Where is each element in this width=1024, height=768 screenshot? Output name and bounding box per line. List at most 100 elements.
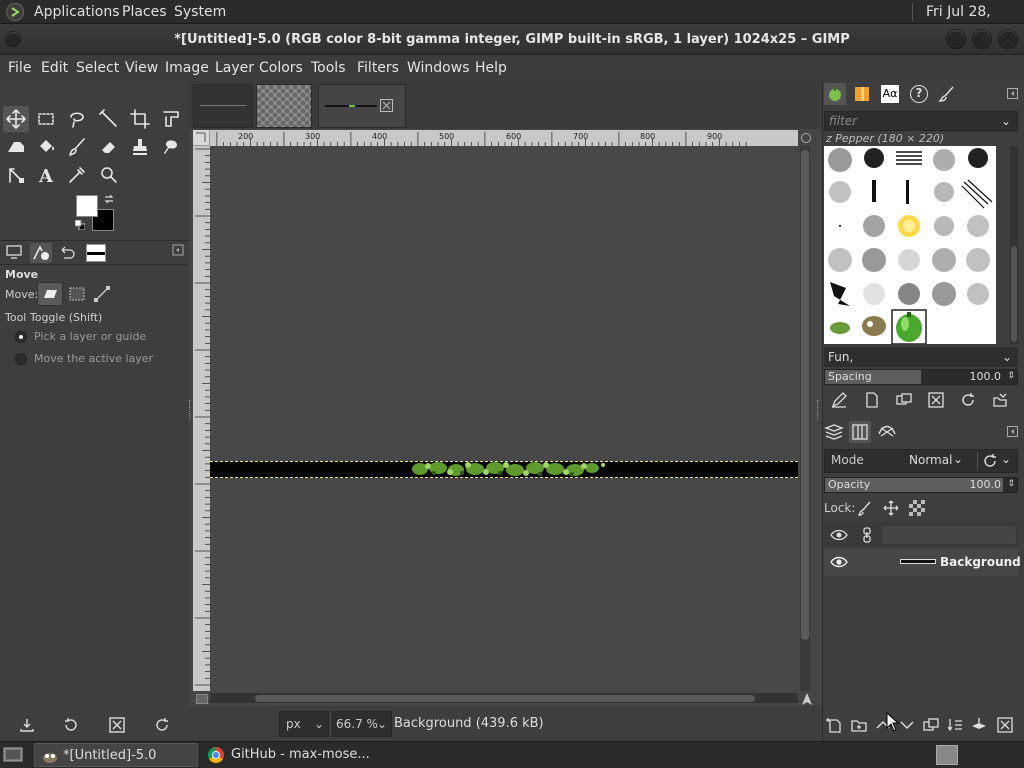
chevron-down-icon[interactable]: ⌄ [1001, 452, 1011, 466]
open-brush-as-image-icon[interactable] [991, 391, 1009, 409]
taskbar-chrome-window[interactable]: GitHub - max-mose... [205, 743, 395, 767]
navigate-image-icon[interactable] [800, 692, 814, 706]
help-tab-icon[interactable]: ? [910, 85, 928, 103]
unit-selector[interactable]: px ⌄ [279, 711, 329, 737]
menu-view[interactable]: View [125, 55, 158, 81]
images-tab-icon[interactable] [86, 244, 106, 262]
applications-menu[interactable]: Applications [34, 0, 120, 24]
menu-edit[interactable]: Edit [41, 55, 68, 81]
clock[interactable]: Fri Jul 28, 00:09 [926, 0, 1024, 44]
swap-colors-icon[interactable] [103, 193, 115, 205]
refresh-brushes-icon[interactable] [959, 391, 977, 409]
show-desktop-icon[interactable] [2, 745, 24, 765]
system-menu[interactable]: System [174, 0, 226, 24]
layer-mode-group-icon[interactable] [981, 452, 999, 470]
new-layer-icon[interactable] [826, 716, 844, 734]
layer-mask-icon[interactable] [970, 716, 988, 734]
menu-tools[interactable]: Tools [311, 55, 346, 81]
lock-alpha-icon[interactable] [909, 500, 925, 516]
vertical-ruler[interactable] [193, 146, 210, 691]
move-selection-mode-button[interactable] [66, 283, 88, 305]
default-colors-icon[interactable] [75, 220, 85, 230]
layer-mode-selector[interactable]: Mode Normal ⌄ ⌄ [824, 449, 1018, 473]
menu-layer[interactable]: Layer [215, 55, 254, 81]
horizontal-ruler[interactable]: 200 300 400 500 600 700 800 900 [210, 130, 798, 146]
vertical-scroll-thumb[interactable] [801, 150, 809, 640]
merge-layer-down-icon[interactable] [946, 716, 964, 734]
close-button[interactable] [998, 29, 1018, 49]
restore-options-icon[interactable] [62, 716, 80, 734]
channels-tab-icon[interactable] [849, 421, 871, 443]
dock-menu-icon[interactable] [172, 244, 184, 256]
chevron-down-icon[interactable]: ⌄ [1002, 347, 1012, 367]
chain-link-icon[interactable] [860, 527, 874, 543]
brushes-tab-icon[interactable] [824, 83, 846, 105]
new-layer-group-icon[interactable] [850, 716, 868, 734]
quick-mask-toggle[interactable] [196, 694, 208, 704]
fonts-tab-icon[interactable]: Aα [881, 85, 899, 103]
menu-image[interactable]: Image [165, 55, 209, 81]
radio-pick-layer[interactable] [15, 331, 27, 343]
spacing-slider[interactable]: Spacing 100.0 ⇕ [824, 369, 1018, 385]
opacity-slider[interactable]: Opacity 100.0 ⇕ [824, 477, 1018, 493]
spin-arrows-icon[interactable]: ⇕ [1007, 369, 1015, 383]
window-titlebar[interactable]: *[Untitled]-5.0 (RGB color 8-bit gamma i… [0, 24, 1024, 55]
transform-icon[interactable] [158, 106, 184, 132]
menu-filters[interactable]: Filters [357, 55, 399, 81]
maximize-button[interactable] [972, 29, 992, 49]
paths-tab-icon[interactable] [877, 422, 897, 442]
tool-options-tab-icon[interactable] [5, 244, 23, 260]
layer-list-empty-area[interactable] [824, 576, 1018, 708]
zoom-image-when-window-size-changes-icon[interactable] [801, 133, 811, 143]
dock-resize-handle-right[interactable] [817, 400, 820, 420]
duplicate-brush-icon[interactable] [895, 391, 913, 409]
text-tool-icon[interactable]: A [33, 162, 59, 188]
eye-icon[interactable] [830, 527, 848, 543]
taskbar-gimp-window[interactable]: *[Untitled]-5.0 (RG... [34, 743, 198, 767]
menu-select[interactable]: Select [76, 55, 119, 81]
menu-help[interactable]: Help [475, 55, 507, 81]
workspace-switcher[interactable] [936, 745, 958, 765]
canvas-viewport[interactable] [210, 146, 798, 691]
clone-stamp-icon[interactable] [127, 134, 153, 160]
fuzzy-select-icon[interactable] [96, 106, 122, 132]
lasso-select-icon[interactable] [64, 106, 90, 132]
move-path-mode-button[interactable] [91, 283, 113, 305]
device-status-tab-icon[interactable] [30, 243, 52, 263]
move-tool-icon[interactable] [3, 106, 29, 132]
bucket-fill-icon[interactable] [33, 134, 59, 160]
delete-options-icon[interactable] [108, 716, 126, 734]
menu-file[interactable]: File [8, 55, 31, 81]
paths-icon[interactable] [3, 162, 29, 188]
lower-layer-icon[interactable] [898, 716, 916, 734]
layer-visibility-eye-icon[interactable] [830, 554, 848, 570]
edit-brush-icon[interactable] [830, 391, 848, 409]
eraser-icon[interactable] [96, 134, 122, 160]
rect-select-icon[interactable] [33, 106, 59, 132]
image-tab-1[interactable] [193, 84, 253, 128]
lock-position-icon[interactable] [883, 500, 899, 516]
lock-pixels-icon[interactable] [857, 500, 873, 516]
layers-tab-icon[interactable] [824, 422, 844, 442]
delete-brush-icon[interactable] [927, 391, 945, 409]
image-tab-active[interactable] [318, 84, 406, 128]
move-layer-mode-button[interactable] [37, 282, 63, 306]
zoom-selector[interactable]: 66.7 % ⌄ [332, 711, 392, 737]
horizontal-scroll-thumb[interactable] [255, 695, 755, 702]
dock-menu-icon[interactable] [1007, 426, 1018, 437]
paintbrush-icon[interactable] [64, 134, 90, 160]
menu-colors[interactable]: Colors [259, 55, 303, 81]
spin-arrows-icon[interactable]: ⇕ [1007, 477, 1015, 491]
new-brush-icon[interactable] [863, 391, 881, 409]
delete-layer-icon[interactable] [996, 716, 1014, 734]
layer-thumbnail[interactable] [900, 559, 936, 564]
dock-menu-icon[interactable] [1007, 88, 1018, 99]
image-layer-strip[interactable] [210, 461, 798, 478]
zoom-icon[interactable] [96, 162, 122, 188]
radio-move-active-layer[interactable] [15, 353, 27, 365]
brush-filter-input[interactable]: filter ⌄ [824, 111, 1018, 131]
patterns-tab-icon[interactable] [853, 85, 871, 103]
distro-logo-icon[interactable] [6, 3, 24, 21]
close-tab-icon[interactable] [380, 99, 393, 112]
places-menu[interactable]: Places [122, 0, 167, 24]
